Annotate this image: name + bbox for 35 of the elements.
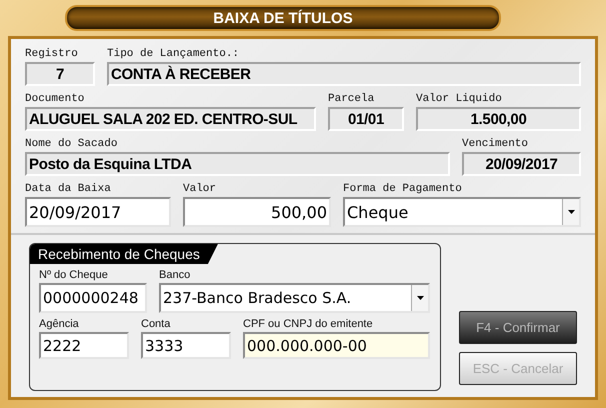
field-label: Data da Baixa bbox=[25, 182, 112, 196]
input-field[interactable]: 2222 bbox=[39, 332, 129, 359]
dropdown-field[interactable]: 237-Banco Bradesco S.A. bbox=[159, 283, 430, 313]
field-label: Conta bbox=[141, 317, 172, 331]
readonly-field: CONTA À RECEBER bbox=[107, 62, 581, 86]
readonly-field: ALUGUEL SALA 202 ED. CENTRO-SUL bbox=[25, 107, 316, 131]
readonly-field: Posto da Esquina LTDA bbox=[25, 152, 450, 176]
field-label: CPF ou CNPJ do emitente bbox=[243, 317, 374, 331]
field-label: Vencimento bbox=[462, 137, 530, 151]
field-label: Forma de Pagamento bbox=[343, 182, 463, 196]
readonly-field: 01/01 bbox=[328, 107, 404, 131]
input-field[interactable]: 3333 bbox=[141, 332, 231, 359]
dropdown-caret-icon bbox=[568, 210, 574, 214]
readonly-field: 20/09/2017 bbox=[462, 152, 581, 176]
group-title: Recebimento de Cheques bbox=[30, 244, 218, 264]
readonly-field: 7 bbox=[25, 62, 95, 86]
field-label: Registro bbox=[25, 47, 79, 61]
window-title: BAIXA DE TÍTULOS bbox=[65, 5, 501, 31]
field-label: Documento bbox=[25, 92, 86, 106]
field-label: Nome do Sacado bbox=[25, 137, 118, 151]
readonly-field: 1.500,00 bbox=[416, 107, 581, 131]
field-label: Banco bbox=[159, 268, 192, 282]
field-label: Nº do Cheque bbox=[39, 268, 109, 282]
field-label: Valor Liquido bbox=[416, 92, 503, 106]
action-button[interactable]: F4 - Confirmar bbox=[459, 311, 577, 344]
field-label: Tipo de Lançamento.: bbox=[107, 47, 240, 61]
dropdown-caret-icon bbox=[416, 296, 424, 300]
input-field[interactable]: 500,00 bbox=[183, 197, 331, 227]
field-label: Parcela bbox=[328, 92, 376, 106]
input-field[interactable]: 20/09/2017 bbox=[25, 197, 171, 227]
input-field[interactable]: 000.000.000-00 bbox=[243, 332, 430, 359]
input-field[interactable]: 0000000248 bbox=[39, 283, 147, 313]
field-label: Valor bbox=[183, 182, 218, 196]
field-label: Agência bbox=[39, 317, 80, 331]
dropdown-field[interactable]: Cheque bbox=[343, 197, 581, 227]
